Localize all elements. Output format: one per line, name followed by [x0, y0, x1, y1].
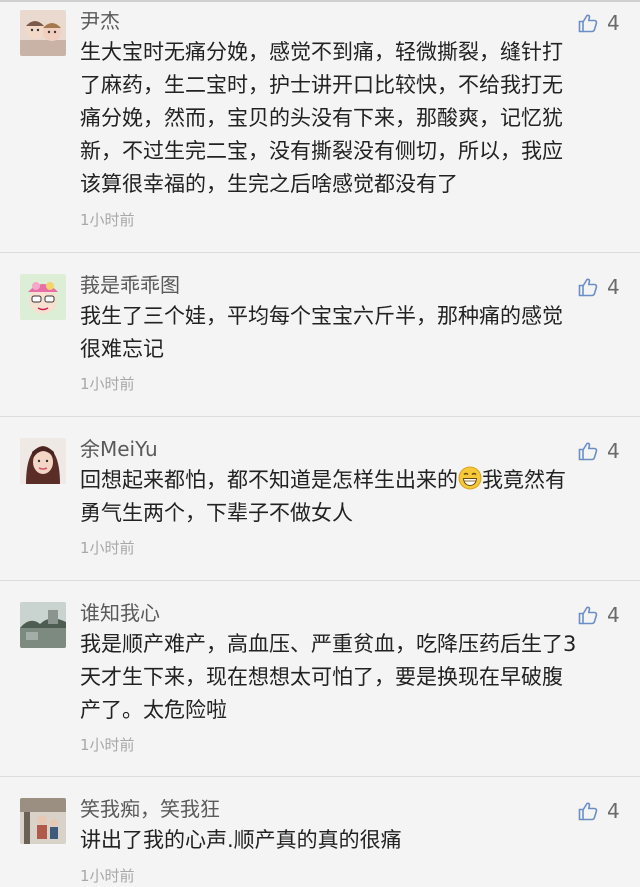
top-border: [0, 0, 640, 2]
comment-item: 谁知我心 4 我是顺产难产，高血压、严重贫血，吃降压药后生了3 天才生下来，现在…: [0, 600, 640, 762]
like-count: 4: [607, 11, 620, 35]
comment-line: 很难忘记: [80, 337, 164, 361]
avatar[interactable]: [20, 274, 66, 320]
comment-line: 回想起来都怕，都不知道是怎样生出来的 我竟然有: [80, 464, 620, 497]
comment-line: 了麻药，生二宝时，护士讲开口比较快，不给我打无: [80, 73, 563, 97]
comment-line: 痛分娩，然而，宝贝的头没有下来，那酸爽，记忆犹: [80, 106, 563, 130]
comment-line: 我是顺产难产，高血压、严重贫血，吃降压药后生了3: [80, 632, 577, 656]
comment-line: 产了。太危险啦: [80, 698, 227, 722]
avatar[interactable]: [20, 602, 66, 648]
comment-item: 余MeiYu 4 回想起来都怕，都不知道是怎样生出来的 我竟然有 勇气生两个，下辈…: [0, 436, 640, 568]
divider: [0, 580, 640, 581]
thumbs-up-icon: [578, 278, 598, 297]
thumbs-up-icon: [578, 442, 598, 461]
like-button[interactable]: 4: [578, 602, 628, 628]
thumbs-up-icon: [578, 802, 598, 821]
comment-line: 生大宝时无痛分娩，感觉不到痛，轻微撕裂，缝针打: [80, 40, 563, 64]
comment-text: 我是顺产难产，高血压、严重贫血，吃降压药后生了3 天才生下来，现在想想太可怕了，…: [80, 628, 620, 727]
timestamp: 1小时前: [80, 867, 135, 885]
timestamp: 1小时前: [80, 736, 135, 754]
like-button[interactable]: 4: [578, 10, 628, 36]
comment-item: 尹杰 4 生大宝时无痛分娩，感觉不到痛，轻微撕裂，缝针打 了麻药，生二宝时，护士…: [0, 8, 640, 250]
username[interactable]: 莪是乖乖图: [80, 272, 180, 298]
thumbs-up-icon: [578, 606, 598, 625]
like-button[interactable]: 4: [578, 798, 628, 824]
like-count: 4: [607, 603, 620, 627]
comment-line: 天才生下来，现在想想太可怕了，要是换现在早破腹: [80, 665, 563, 689]
comment-text: 生大宝时无痛分娩，感觉不到痛，轻微撕裂，缝针打 了麻药，生二宝时，护士讲开口比较…: [80, 36, 620, 201]
timestamp: 1小时前: [80, 539, 135, 557]
comment-text-after-emoji: 我竟然有: [482, 468, 566, 492]
timestamp: 1小时前: [80, 211, 135, 229]
comment-line: 讲出了我的心声.顺产真的真的很痛: [80, 828, 402, 852]
username[interactable]: 谁知我心: [80, 600, 160, 626]
divider: [0, 252, 640, 253]
comment-item: 笑我痴，笑我狂 4 讲出了我的心声.顺产真的真的很痛 1小时前: [0, 796, 640, 887]
avatar[interactable]: [20, 798, 66, 844]
avatar[interactable]: [20, 438, 66, 484]
comment-line: 该算很幸福的，生完之后啥感觉都没有了: [80, 172, 458, 196]
like-count: 4: [607, 275, 620, 299]
like-count: 4: [607, 439, 620, 463]
divider: [0, 416, 640, 417]
comment-line: 新，不过生完二宝，没有撕裂没有侧切，所以，我应: [80, 139, 563, 163]
like-button[interactable]: 4: [578, 274, 628, 300]
comment-text-before-emoji: 回想起来都怕，都不知道是怎样生出来的: [80, 468, 458, 492]
avatar[interactable]: [20, 10, 66, 56]
comment-line: 我生了三个娃，平均每个宝宝六斤半，那种痛的感觉: [80, 304, 563, 328]
username[interactable]: 尹杰: [80, 8, 120, 34]
divider: [0, 776, 640, 777]
comment-text: 讲出了我的心声.顺产真的真的很痛: [80, 824, 620, 857]
comment-text: 我生了三个娃，平均每个宝宝六斤半，那种痛的感觉 很难忘记: [80, 300, 620, 366]
timestamp: 1小时前: [80, 375, 135, 393]
comment-line: 勇气生两个，下辈子不做女人: [80, 501, 353, 525]
comment-text: 回想起来都怕，都不知道是怎样生出来的 我竟然有 勇气生两个，下辈子不做女人: [80, 464, 620, 530]
comment-item: 莪是乖乖图 4 我生了三个娃，平均每个宝宝六斤半，那种痛的感觉 很难忘记 1小时…: [0, 272, 640, 404]
like-count: 4: [607, 799, 620, 823]
thumbs-up-icon: [578, 14, 598, 33]
username[interactable]: 笑我痴，笑我狂: [80, 796, 220, 822]
like-button[interactable]: 4: [578, 438, 628, 464]
username[interactable]: 余MeiYu: [80, 436, 158, 462]
grinning-face-emoji-icon: [458, 466, 482, 490]
